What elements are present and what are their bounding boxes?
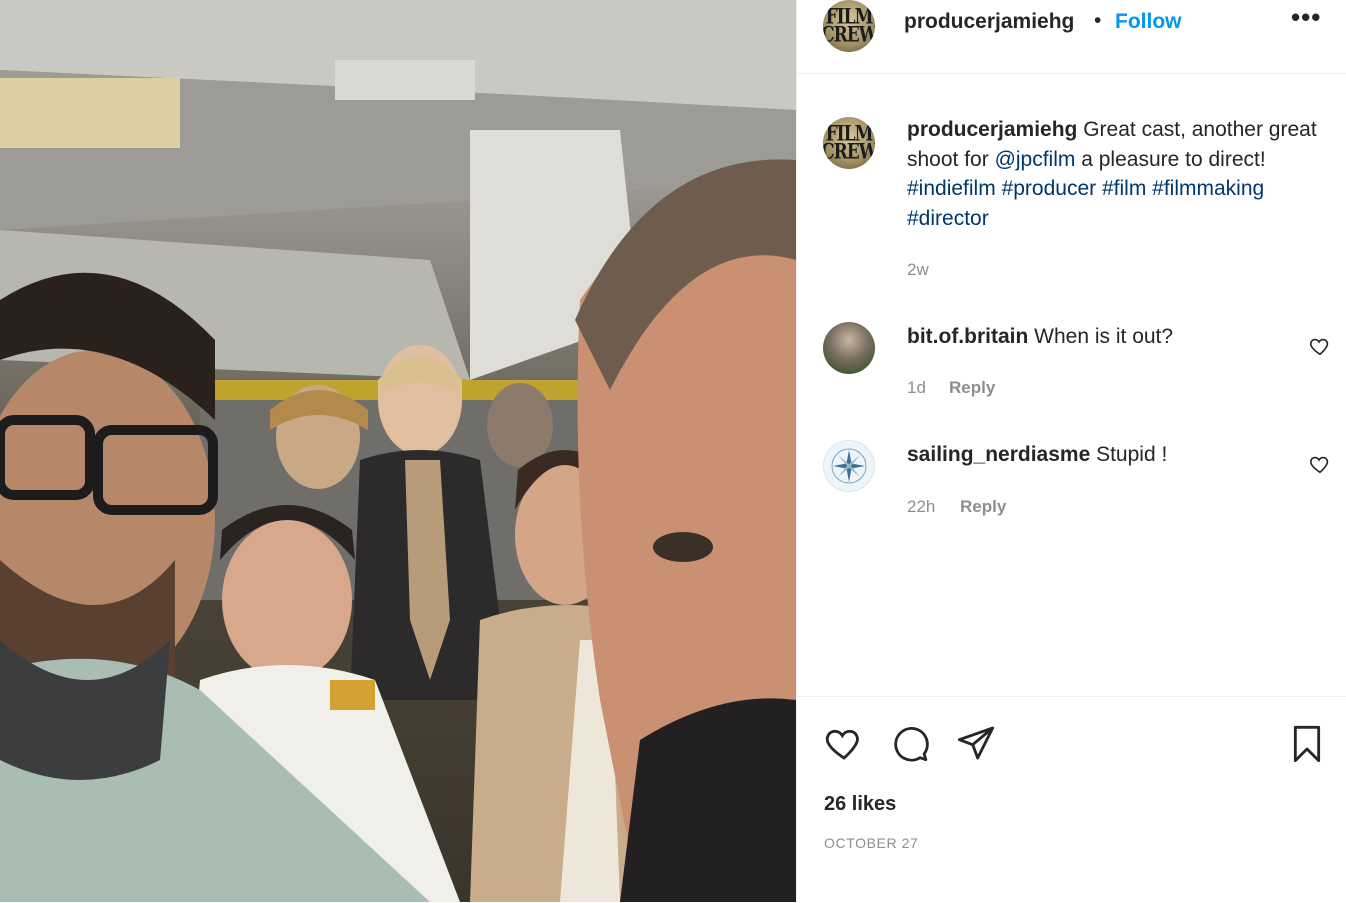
hashtag-link[interactable]: #producer <box>1002 177 1097 200</box>
like-comment-heart-icon[interactable] <box>1309 453 1331 475</box>
comment-timestamp[interactable]: 22h <box>907 497 935 517</box>
like-comment-heart-icon[interactable] <box>1309 335 1331 357</box>
comment-bubble-icon[interactable] <box>889 723 931 763</box>
group-selfie-photo <box>0 0 796 902</box>
likes-count[interactable]: 26 likes <box>824 793 896 816</box>
post-actions-section: 26 likes OCTOBER 27 <box>797 696 1346 903</box>
caption-text-2: a pleasure to direct! <box>1075 147 1266 171</box>
author-username[interactable]: producerjamiehg <box>904 10 1074 34</box>
follow-button[interactable]: Follow <box>1115 10 1182 34</box>
like-heart-icon[interactable] <box>823 723 865 763</box>
hashtag-link[interactable]: #director <box>907 207 989 230</box>
comment-text: When is it out? <box>1028 325 1174 348</box>
post-photo[interactable] <box>0 0 796 902</box>
author-avatar[interactable]: FILM CREW <box>823 0 875 52</box>
caption-username[interactable]: producerjamiehg <box>907 118 1077 141</box>
more-options-button[interactable]: ••• <box>1291 2 1321 33</box>
hashtag-link[interactable]: #filmmaking <box>1152 177 1264 200</box>
comment-timestamp[interactable]: 1d <box>907 378 926 398</box>
comment-item: sailing_nerdiasme Stupid ! <box>907 443 1167 467</box>
hashtag-link[interactable]: #indiefilm <box>907 177 996 200</box>
commenter-avatar[interactable] <box>823 322 875 374</box>
post-header: FILM CREW producerjamiehg • Follow ••• <box>797 0 1346 74</box>
reply-button[interactable]: Reply <box>949 378 995 398</box>
avatar-text-line-2: CREW <box>823 22 875 48</box>
comment-item: bit.of.britain When is it out? <box>907 325 1173 349</box>
comment-username[interactable]: bit.of.britain <box>907 325 1028 348</box>
post-caption: producerjamiehg Great cast, another grea… <box>907 115 1317 233</box>
compass-rose-icon <box>831 448 867 484</box>
separator-dot: • <box>1094 9 1102 32</box>
comment-username[interactable]: sailing_nerdiasme <box>907 443 1090 466</box>
mention-link[interactable]: @jpcfilm <box>995 148 1076 171</box>
post-details-panel: FILM CREW producerjamiehg • Follow ••• F… <box>797 0 1346 902</box>
share-paper-plane-icon[interactable] <box>955 723 997 763</box>
hashtag-link[interactable]: #film <box>1102 177 1146 200</box>
commenter-avatar[interactable] <box>823 440 875 492</box>
post-date: OCTOBER 27 <box>824 835 919 851</box>
comment-text: Stupid ! <box>1090 443 1168 466</box>
save-bookmark-icon[interactable] <box>1287 723 1327 765</box>
reply-button[interactable]: Reply <box>960 497 1006 517</box>
avatar-text-line-2: CREW <box>823 139 875 165</box>
caption-timestamp[interactable]: 2w <box>907 260 929 280</box>
caption-author-avatar[interactable]: FILM CREW <box>823 117 875 169</box>
